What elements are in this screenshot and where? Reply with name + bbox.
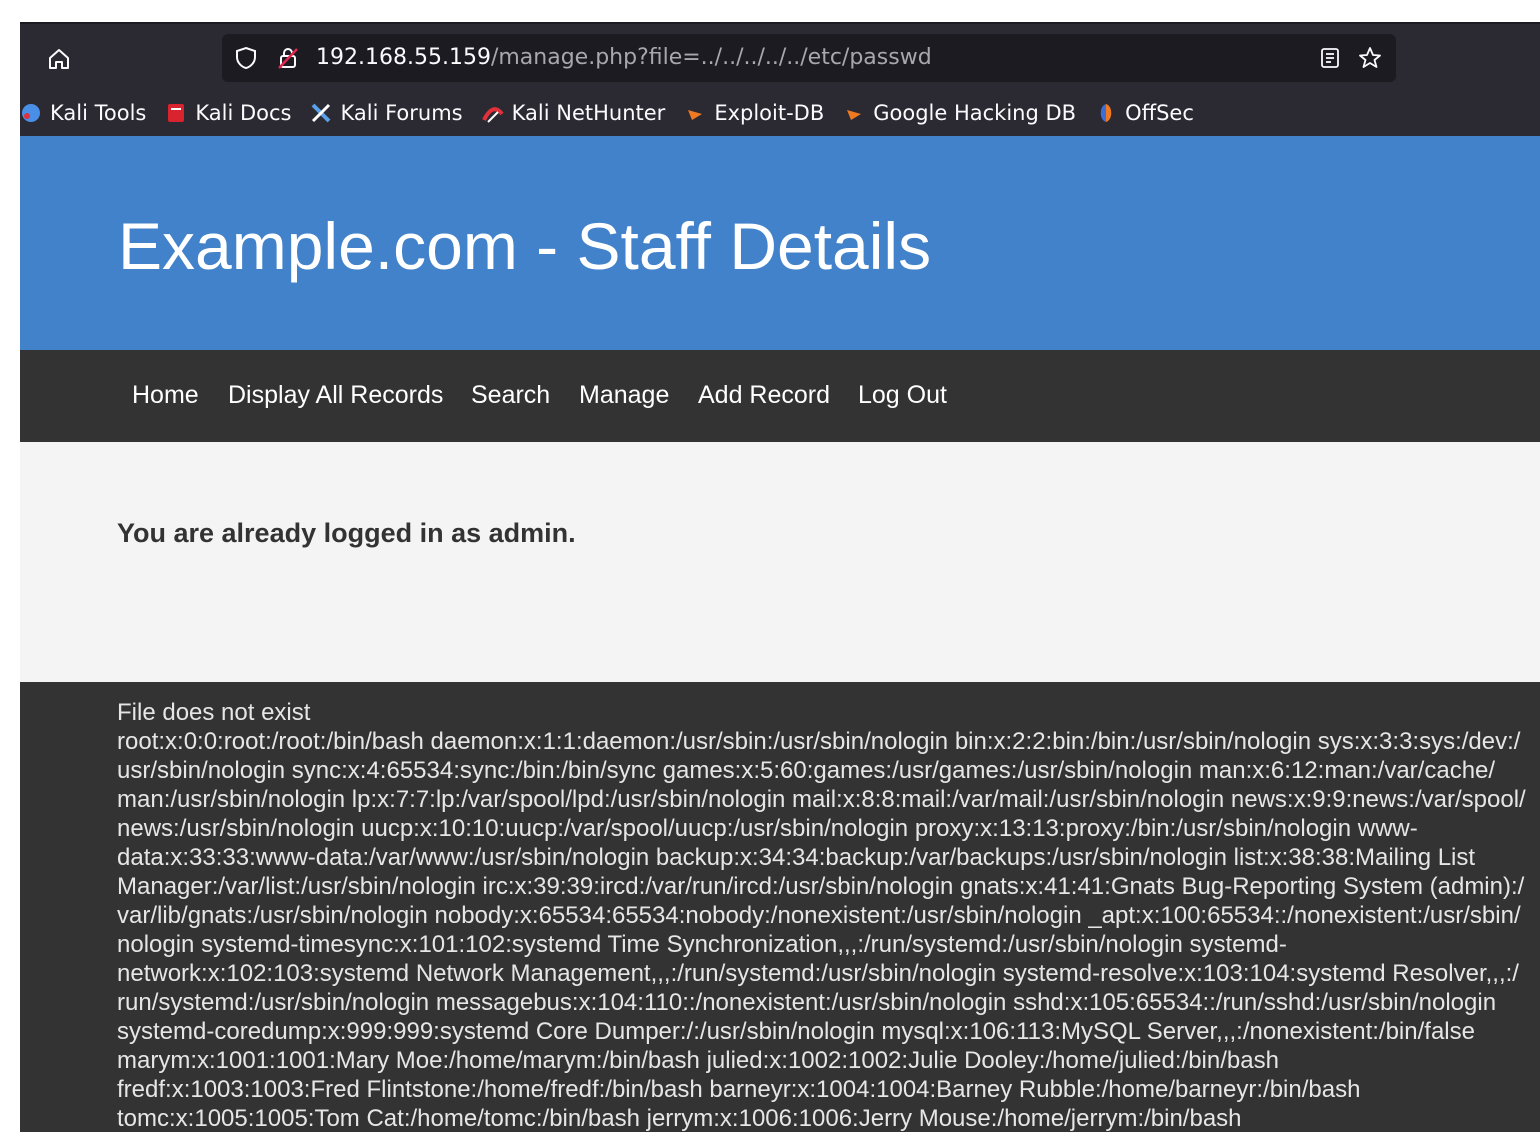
screen-top-edge bbox=[0, 0, 1540, 22]
url-host: 192.168.55.159 bbox=[316, 45, 491, 70]
nav-log-out[interactable]: Log Out bbox=[858, 380, 947, 410]
browser-toolbar: 192.168.55.159/manage.php?file=../../../… bbox=[20, 22, 1540, 138]
bookmark-star-icon[interactable] bbox=[1358, 46, 1382, 70]
passwd-line: man:/usr/sbin/nologin lp:x:7:7:lp:/var/s… bbox=[117, 786, 1526, 813]
bookmark-label: Kali Docs bbox=[195, 101, 292, 125]
passwd-line: fredf:x:1003:1003:Fred Flintstone:/home/… bbox=[117, 1076, 1361, 1103]
bookmark-google-hacking-db[interactable]: Google Hacking DB bbox=[843, 101, 1076, 125]
main-content: You are already logged in as admin. bbox=[20, 442, 1540, 682]
passwd-line: news:/usr/sbin/nologin uucp:x:10:10:uucp… bbox=[117, 815, 1418, 842]
passwd-line: var/lib/gnats:/usr/sbin/nologin nobody:x… bbox=[117, 902, 1521, 929]
bookmark-label: Kali Tools bbox=[50, 101, 147, 125]
nav-display-all-records[interactable]: Display All Records bbox=[228, 380, 443, 410]
bookmark-offsec[interactable]: OffSec bbox=[1095, 101, 1194, 125]
url-bar[interactable]: 192.168.55.159/manage.php?file=../../../… bbox=[222, 34, 1396, 82]
file-output-text: File does not exist root:x:0:0:root:/roo… bbox=[117, 698, 1540, 1132]
bookmark-label: OffSec bbox=[1125, 101, 1194, 125]
nav-add-record[interactable]: Add Record bbox=[698, 380, 830, 410]
passwd-line: root:x:0:0:root:/root:/bin/bash daemon:x… bbox=[117, 728, 1521, 755]
passwd-line: nologin systemd-timesync:x:101:102:syste… bbox=[117, 931, 1287, 958]
file-status: File does not exist bbox=[117, 699, 311, 726]
bookmark-exploit-db[interactable]: Exploit-DB bbox=[684, 101, 824, 125]
bookmarks-bar: Kali Tools Kali Docs Kali Forums Kali Ne… bbox=[20, 98, 1540, 128]
bookmark-kali-tools[interactable]: Kali Tools bbox=[20, 101, 146, 125]
nav-home[interactable]: Home bbox=[132, 380, 199, 410]
passwd-line: usr/sbin/nologin sync:x:4:65534:sync:/bi… bbox=[117, 757, 1496, 784]
passwd-line: systemd-coredump:x:999:999:systemd Core … bbox=[117, 1018, 1475, 1045]
kali-tools-icon bbox=[20, 102, 42, 124]
bookmark-label: Kali NetHunter bbox=[511, 101, 666, 125]
kali-docs-icon bbox=[165, 102, 187, 124]
home-icon[interactable] bbox=[42, 42, 76, 76]
url-text[interactable]: 192.168.55.159/manage.php?file=../../../… bbox=[316, 45, 932, 71]
passwd-line: run/systemd:/usr/sbin/nologin messagebus… bbox=[117, 989, 1497, 1016]
nav-manage[interactable]: Manage bbox=[579, 380, 669, 410]
insecure-lock-icon[interactable] bbox=[276, 46, 300, 70]
bookmark-label: Kali Forums bbox=[340, 101, 463, 125]
ghdb-icon bbox=[843, 102, 865, 124]
exploit-db-icon bbox=[684, 102, 706, 124]
bookmark-kali-forums[interactable]: Kali Forums bbox=[310, 101, 463, 125]
login-status-message: You are already logged in as admin. bbox=[117, 518, 576, 548]
bookmark-kali-docs[interactable]: Kali Docs bbox=[165, 101, 291, 125]
bookmark-kali-nethunter[interactable]: Kali NetHunter bbox=[481, 101, 666, 125]
site-nav: Home Display All Records Search Manage A… bbox=[20, 350, 1540, 442]
kali-nethunter-icon bbox=[481, 102, 504, 124]
file-output-panel: File does not exist root:x:0:0:root:/roo… bbox=[20, 682, 1540, 1132]
passwd-line: tomc:x:1005:1005:Tom Cat:/home/tomc:/bin… bbox=[117, 1105, 1242, 1132]
passwd-line: Manager:/var/list:/usr/sbin/nologin irc:… bbox=[117, 873, 1525, 900]
page-title: Example.com - Staff Details bbox=[118, 209, 932, 283]
kali-forums-icon bbox=[310, 102, 332, 124]
shield-icon[interactable] bbox=[234, 46, 258, 70]
nav-search[interactable]: Search bbox=[471, 380, 550, 410]
offsec-icon bbox=[1095, 102, 1117, 124]
passwd-line: marym:x:1001:1001:Mary Moe:/home/marym:/… bbox=[117, 1047, 1279, 1074]
site-header: Example.com - Staff Details bbox=[20, 136, 1540, 350]
passwd-line: data:x:33:33:www-data:/var/www:/usr/sbin… bbox=[117, 844, 1476, 871]
bookmark-label: Exploit-DB bbox=[714, 101, 825, 125]
reader-view-icon[interactable] bbox=[1318, 46, 1342, 70]
bookmark-label: Google Hacking DB bbox=[873, 101, 1077, 125]
passwd-line: network:x:102:103:systemd Network Manage… bbox=[117, 960, 1519, 987]
url-path: /manage.php?file=../../../../../etc/pass… bbox=[490, 45, 932, 70]
